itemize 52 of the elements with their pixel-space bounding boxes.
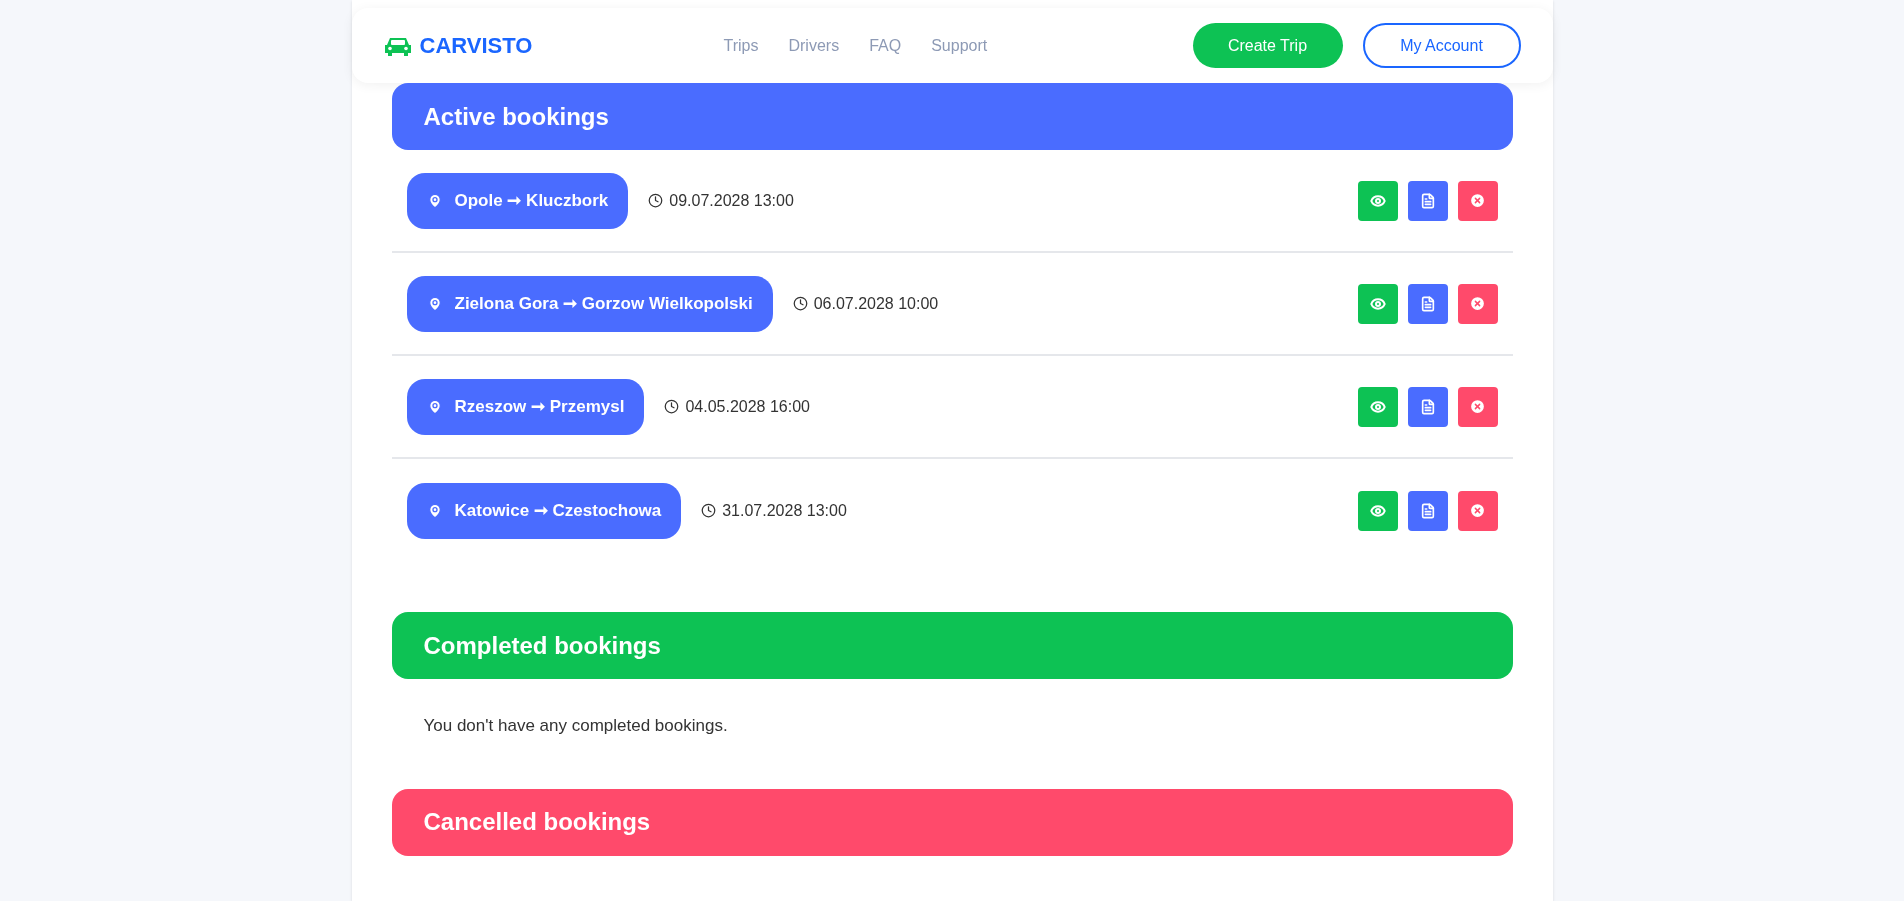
clock-icon (792, 296, 808, 311)
document-icon (1419, 192, 1436, 209)
document-icon (1419, 295, 1436, 312)
eye-icon (1369, 192, 1386, 209)
brand-logo[interactable]: CARVISTO (419, 29, 533, 62)
close-icon (1469, 398, 1486, 415)
booking-datetime: 09.07.2028 13:00 (669, 190, 794, 211)
view-button[interactable] (1357, 386, 1398, 427)
cancel-button[interactable] (1457, 180, 1498, 221)
booking-datetime: 31.07.2028 13:00 (722, 500, 847, 521)
clock-icon (701, 503, 717, 518)
booking-datetime: 06.07.2028 10:00 (813, 293, 939, 314)
car-icon (383, 35, 412, 56)
clock-icon (664, 399, 680, 414)
section-title: Cancelled bookings (423, 807, 651, 837)
eye-icon (1369, 295, 1386, 312)
section-title: Active bookings (423, 101, 609, 132)
route-pill[interactable]: Katowice ➞ Czestochowa (406, 482, 682, 539)
route-text: Opole ➞ Kluczbork (454, 189, 609, 212)
view-button[interactable] (1357, 180, 1398, 221)
route-text: Rzeszow ➞ Przemysl (454, 395, 625, 418)
cancel-button[interactable] (1457, 283, 1498, 324)
cancel-button[interactable] (1457, 490, 1498, 531)
create-trip-button[interactable]: Create Trip (1192, 23, 1343, 68)
empty-message: You don't have any completed bookings. (422, 715, 729, 737)
document-icon (1419, 398, 1436, 415)
document-button[interactable] (1407, 386, 1448, 427)
route-pill[interactable]: Opole ➞ Kluczbork (406, 172, 629, 229)
nav-link[interactable]: Trips (723, 33, 759, 58)
document-button[interactable] (1407, 283, 1448, 324)
route-text: Zielona Gora ➞ Gorzow Wielkopolski (454, 292, 753, 315)
eye-icon (1369, 502, 1386, 519)
view-button[interactable] (1357, 490, 1398, 531)
document-button[interactable] (1407, 180, 1448, 221)
section-title: Completed bookings (423, 630, 661, 661)
document-button[interactable] (1407, 490, 1448, 531)
my-account-button[interactable]: My Account (1362, 23, 1521, 68)
nav-link[interactable]: Support (931, 33, 988, 58)
eye-icon (1369, 398, 1386, 415)
booking-datetime: 04.05.2028 16:00 (685, 396, 810, 417)
cancel-button[interactable] (1457, 386, 1498, 427)
view-button[interactable] (1357, 283, 1398, 324)
document-icon (1419, 502, 1436, 519)
route-text: Katowice ➞ Czestochowa (454, 499, 662, 522)
nav-link[interactable]: FAQ (869, 33, 902, 58)
route-pill[interactable]: Rzeszow ➞ Przemysl (406, 378, 645, 435)
nav-link[interactable]: Drivers (788, 33, 840, 58)
close-icon (1469, 502, 1486, 519)
clock-icon (648, 193, 664, 208)
close-icon (1469, 192, 1486, 209)
close-icon (1469, 295, 1486, 312)
route-pill[interactable]: Zielona Gora ➞ Gorzow Wielkopolski (406, 275, 773, 332)
